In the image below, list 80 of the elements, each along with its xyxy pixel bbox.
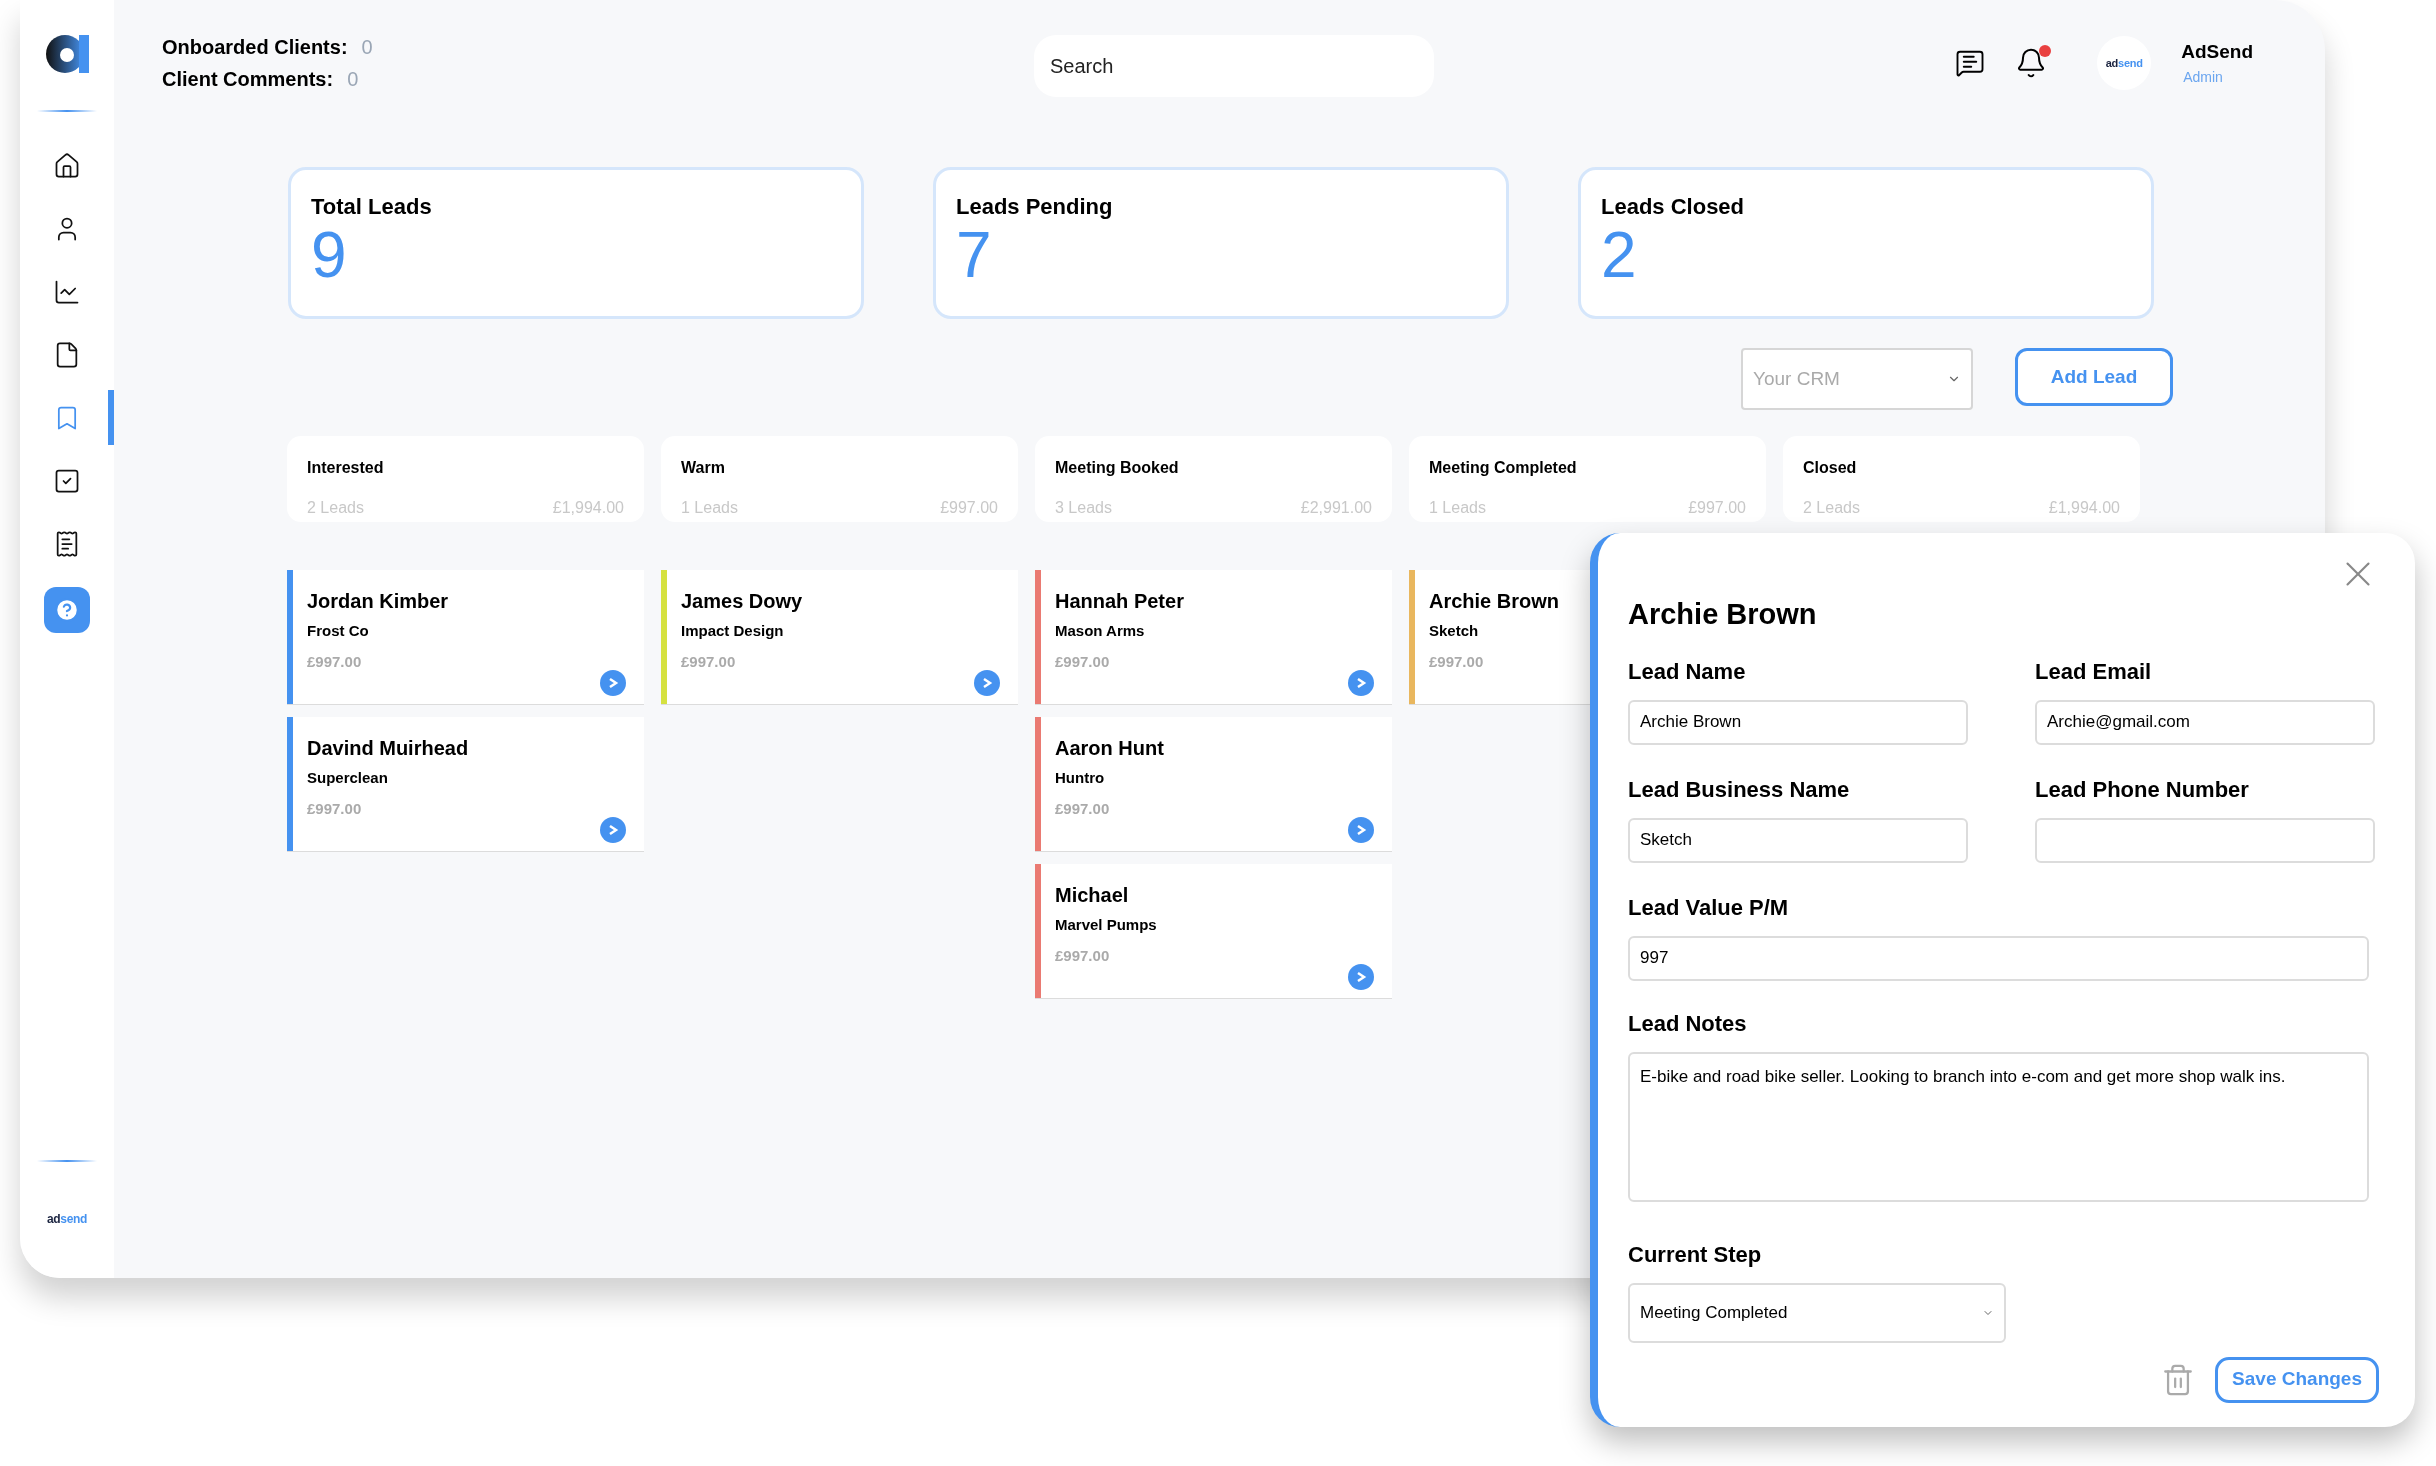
lead-name: Archie Brown bbox=[1429, 589, 1560, 614]
lead-card[interactable]: Michael Marvel Pumps £997.00 bbox=[1035, 864, 1392, 999]
field-label: Lead Phone Number bbox=[2035, 775, 2249, 804]
lead-name: Aaron Hunt bbox=[1055, 736, 1164, 761]
stat-value: 0 bbox=[361, 35, 373, 60]
lead-name: Michael bbox=[1055, 883, 1129, 908]
chevron-right-icon bbox=[1355, 677, 1367, 689]
summary-value: 7 bbox=[956, 223, 993, 287]
field-label: Current Step bbox=[1628, 1240, 1762, 1269]
lead-card[interactable]: Hannah Peter Mason Arms £997.00 bbox=[1035, 570, 1392, 705]
open-lead-button[interactable] bbox=[974, 670, 1000, 696]
notes-field[interactable]: E-bike and road bike seller. Looking to branch into e-com and get more shop walk ins. bbox=[1628, 1051, 2369, 1202]
stat-label: Client Comments: bbox=[162, 67, 334, 92]
chevron-right-icon bbox=[1355, 971, 1367, 983]
summary-title: Leads Closed bbox=[1601, 193, 1746, 221]
field-label: Lead Notes bbox=[1628, 1009, 1747, 1038]
lead-card[interactable]: Jordan Kimber Frost Co £997.00 bbox=[287, 570, 644, 705]
chat-icon[interactable] bbox=[1955, 48, 1986, 78]
lead-company: Mason Arms bbox=[1055, 621, 1145, 641]
text-field[interactable] bbox=[2035, 817, 2375, 863]
text-field[interactable]: Sketch bbox=[1628, 817, 1968, 863]
stage-title: Interested bbox=[307, 458, 384, 478]
lead-value: £997.00 bbox=[1055, 651, 1110, 672]
lead-value: £997.00 bbox=[307, 798, 362, 819]
chevron-right-icon bbox=[981, 677, 993, 689]
brand-logo: adsend bbox=[2105, 55, 2143, 71]
field-label: Lead Value P/M bbox=[1628, 893, 1789, 922]
text-field[interactable]: Archie Brown bbox=[1628, 699, 1968, 745]
help-icon bbox=[54, 597, 80, 623]
stage-title: Warm bbox=[681, 458, 725, 478]
lead-name: Hannah Peter bbox=[1055, 589, 1184, 614]
chevron-right-icon bbox=[607, 677, 619, 689]
open-lead-button[interactable] bbox=[1348, 670, 1374, 696]
lead-name: Jordan Kimber bbox=[307, 589, 449, 614]
lead-value: £997.00 bbox=[1429, 651, 1484, 672]
summary-value: 9 bbox=[311, 223, 348, 287]
open-lead-button[interactable] bbox=[1348, 817, 1374, 843]
lead-company: Superclean bbox=[307, 768, 388, 788]
stat-label: Onboarded Clients: bbox=[162, 35, 348, 60]
field-label: Lead Name bbox=[1628, 657, 1746, 686]
logo-icon bbox=[45, 34, 89, 74]
summary-title: Leads Pending bbox=[956, 193, 1114, 221]
chevron-right-icon bbox=[607, 824, 619, 836]
lead-company: Frost Co bbox=[307, 621, 369, 641]
active-indicator bbox=[108, 390, 114, 445]
help-button[interactable] bbox=[44, 587, 90, 633]
search-field[interactable]: Search bbox=[1034, 35, 1434, 97]
avatar[interactable]: adsend bbox=[2097, 36, 2152, 90]
stage-title: Meeting Completed bbox=[1429, 458, 1577, 478]
lead-value: £997.00 bbox=[307, 651, 362, 672]
user-role: Admin bbox=[2183, 67, 2224, 87]
user-name: AdSend bbox=[2181, 40, 2253, 65]
field-label: Lead Email bbox=[2035, 657, 2152, 686]
stat-value: 0 bbox=[347, 67, 359, 92]
lead-card[interactable]: Davind Muirhead Superclean £997.00 bbox=[287, 717, 644, 852]
lead-company: Sketch bbox=[1429, 621, 1479, 641]
stage-title: Closed bbox=[1803, 458, 1857, 478]
open-lead-button[interactable] bbox=[600, 670, 626, 696]
lead-card[interactable]: Aaron Hunt Huntro £997.00 bbox=[1035, 717, 1392, 852]
lead-name: James Dowy bbox=[681, 589, 803, 614]
lead-company: Impact Design bbox=[681, 621, 784, 641]
lead-value: £997.00 bbox=[1055, 798, 1110, 819]
lead-value: £997.00 bbox=[681, 651, 736, 672]
summary-value: 2 bbox=[1601, 223, 1638, 287]
lead-name: Davind Muirhead bbox=[307, 736, 469, 761]
stage-title: Meeting Booked bbox=[1055, 458, 1179, 478]
brand-logo: adsend bbox=[46, 1212, 88, 1226]
lead-card[interactable]: James Dowy Impact Design £997.00 bbox=[661, 570, 1018, 705]
open-lead-button[interactable] bbox=[1348, 964, 1374, 990]
text-field[interactable]: 997 bbox=[1628, 935, 2369, 981]
summary-title: Total Leads bbox=[311, 193, 433, 221]
field-label: Lead Business Name bbox=[1628, 775, 1850, 804]
home-icon bbox=[53, 151, 81, 180]
lead-company: Huntro bbox=[1055, 768, 1105, 788]
lead-company: Marvel Pumps bbox=[1055, 915, 1157, 935]
step-select[interactable]: Meeting Completed bbox=[1628, 1282, 2006, 1343]
chevron-right-icon bbox=[1355, 824, 1367, 836]
lead-value: £997.00 bbox=[1055, 945, 1110, 966]
text-field[interactable]: Archie@gmail.com bbox=[2035, 699, 2375, 745]
open-lead-button[interactable] bbox=[600, 817, 626, 843]
